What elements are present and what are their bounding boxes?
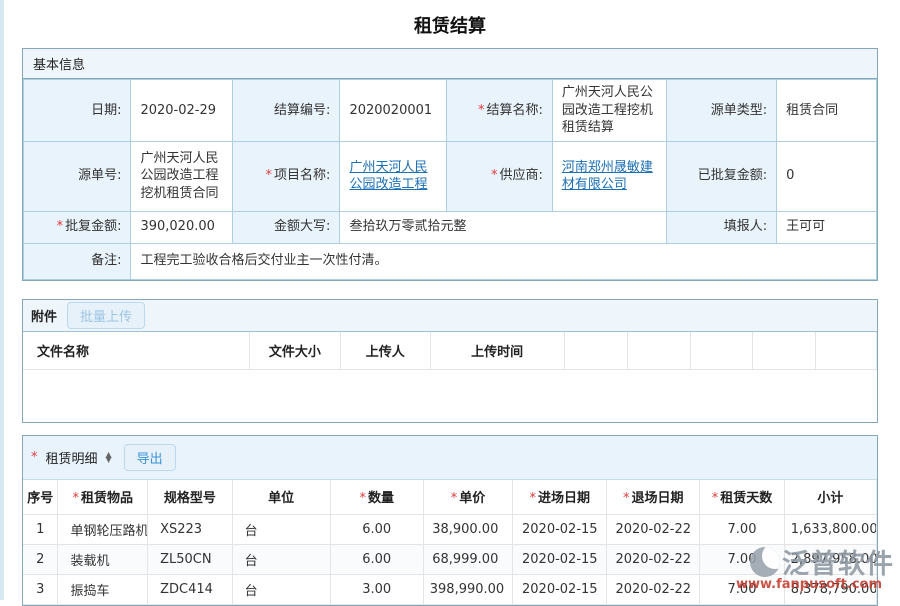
basic-info-form: 日期: 2020-02-29 结算编号: 2020020001 *结算名称: 广…	[23, 79, 877, 280]
cell-exit-date: 2020-02-22	[607, 514, 700, 544]
supplier-label: *供应商:	[447, 141, 553, 211]
attachments-panel: 附件 批量上传 文件名称 文件大小 上传人 上传时间	[22, 299, 878, 424]
required-asterisk: *	[31, 450, 38, 465]
details-header-price: *单价	[423, 480, 513, 514]
required-asterisk: *	[491, 168, 498, 183]
required-asterisk: *	[266, 168, 273, 183]
project-name-label: *项目名称:	[232, 141, 339, 211]
basic-info-section-header: 基本信息	[23, 49, 877, 79]
attachments-table: 文件名称 文件大小 上传人 上传时间	[23, 332, 877, 371]
cell-qty: 6.00	[330, 544, 423, 574]
cell-entry-date: 2020-02-15	[513, 544, 607, 574]
project-link[interactable]: 广州天河人民公园改造工程	[349, 160, 427, 193]
cell-days: 7.00	[700, 514, 784, 544]
attachments-header-empty	[753, 332, 815, 370]
settlement-name-value: 广州天河人民公园改造工程挖机租赁结算	[552, 80, 666, 142]
cell-subtotal: 1,633,800.00	[784, 514, 876, 544]
details-header-index: 序号	[23, 480, 58, 514]
details-header-item: *租赁物品	[58, 480, 148, 514]
source-type-value: 租赁合同	[777, 80, 877, 142]
settlement-name-label: *结算名称:	[447, 80, 553, 142]
supplier-value: 河南郑州晟敏建材有限公司	[552, 141, 666, 211]
remark-value: 工程完工验收合格后交付业主一次性付清。	[131, 243, 877, 279]
project-name-value: 广州天河人民公园改造工程	[340, 141, 447, 211]
amount-words-value: 叁拾玖万零贰拾元整	[340, 211, 667, 243]
cell-index: 2	[23, 544, 58, 574]
page-title: 租赁结算	[0, 0, 900, 48]
cell-price: 38,900.00	[423, 514, 513, 544]
sort-toggle-icon[interactable]: ▲ ▼	[106, 453, 112, 463]
date-label: 日期:	[24, 80, 131, 142]
required-asterisk: *	[623, 491, 630, 506]
source-doc-value: 广州天河人民公园改造工程挖机租赁合同	[131, 141, 233, 211]
details-header-subtotal: 小计	[784, 480, 876, 514]
rental-details-section-header: * 租赁明细 ▲ ▼ 导出	[23, 436, 877, 480]
settlement-no-label: 结算编号:	[232, 80, 339, 142]
settlement-no-value: 2020020001	[340, 80, 447, 142]
cell-price: 68,999.00	[423, 544, 513, 574]
details-header-unit: 单位	[232, 480, 330, 514]
attachments-section-header: 附件 批量上传	[23, 300, 877, 332]
rental-details-panel: * 租赁明细 ▲ ▼ 导出 序号 *租赁物品 规格型号 单位 *数量 *单价 *…	[22, 435, 878, 606]
attachments-header-empty	[564, 332, 627, 370]
required-asterisk: *	[451, 491, 458, 506]
cell-exit-date: 2020-02-22	[607, 544, 700, 574]
approved-paid-value: 0	[777, 141, 877, 211]
cell-entry-date: 2020-02-15	[513, 514, 607, 544]
details-header-model: 规格型号	[148, 480, 232, 514]
cell-unit: 台	[232, 544, 330, 574]
cell-index: 1	[23, 514, 58, 544]
table-row: 2 装载机 ZL50CN 台 6.00 68,999.00 2020-02-15…	[23, 544, 877, 574]
batch-upload-button[interactable]: 批量上传	[67, 302, 145, 329]
attachments-header-empty	[690, 332, 752, 370]
basic-info-section-title: 基本信息	[33, 54, 85, 73]
attachments-header-uploader: 上传人	[341, 332, 431, 370]
required-asterisk: *	[530, 491, 537, 506]
attachments-empty-body	[23, 370, 877, 422]
rental-details-section-title: 租赁明细	[46, 448, 98, 467]
attachments-header-empty	[627, 332, 690, 370]
cell-model: ZL50CN	[148, 544, 232, 574]
cell-subtotal: 2,897,958.00	[784, 544, 876, 574]
required-asterisk: *	[478, 103, 485, 118]
approved-amount-value: 390,020.00	[131, 211, 233, 243]
date-value: 2020-02-29	[131, 80, 233, 142]
preparer-label: 填报人:	[667, 211, 777, 243]
remark-label: 备注:	[24, 243, 131, 279]
cell-model: XS223	[148, 514, 232, 544]
required-asterisk: *	[73, 491, 80, 506]
attachments-header-filesize: 文件大小	[249, 332, 340, 370]
details-header-exit-date: *退场日期	[607, 480, 700, 514]
amount-words-label: 金额大写:	[232, 211, 339, 243]
window-left-edge	[0, 0, 4, 600]
cell-qty: 6.00	[330, 514, 423, 544]
cell-item: 装载机	[58, 544, 148, 574]
attachments-header-empty	[815, 332, 877, 370]
required-asterisk: *	[359, 491, 366, 506]
attachments-section-title: 附件	[31, 306, 57, 325]
supplier-link[interactable]: 河南郑州晟敏建材有限公司	[562, 160, 653, 193]
rental-details-table: 序号 *租赁物品 规格型号 单位 *数量 *单价 *进场日期 *退场日期 *租赁…	[23, 480, 877, 605]
export-button[interactable]: 导出	[124, 444, 176, 471]
table-row: 1 单钢轮压路机 XS223 台 6.00 38,900.00 2020-02-…	[23, 514, 877, 544]
approved-amount-label: *批复金额:	[24, 211, 131, 243]
cell-item: 单钢轮压路机	[58, 514, 148, 544]
preparer-value: 王可可	[777, 211, 877, 243]
cell-days: 7.00	[700, 544, 784, 574]
approved-paid-label: 已批复金额:	[667, 141, 777, 211]
details-header-entry-date: *进场日期	[513, 480, 607, 514]
basic-info-panel: 基本信息 日期: 2020-02-29 结算编号: 2020020001 *结算…	[22, 48, 878, 281]
attachments-header-uploadtime: 上传时间	[430, 332, 564, 370]
attachments-header-filename: 文件名称	[23, 332, 249, 370]
cell-unit: 台	[232, 514, 330, 544]
sort-down-icon: ▼	[106, 458, 112, 463]
details-header-days: *租赁天数	[700, 480, 784, 514]
details-header-qty: *数量	[330, 480, 423, 514]
required-asterisk: *	[712, 491, 719, 506]
required-asterisk: *	[57, 219, 64, 234]
source-doc-label: 源单号:	[24, 141, 131, 211]
source-type-label: 源单类型:	[667, 80, 777, 142]
